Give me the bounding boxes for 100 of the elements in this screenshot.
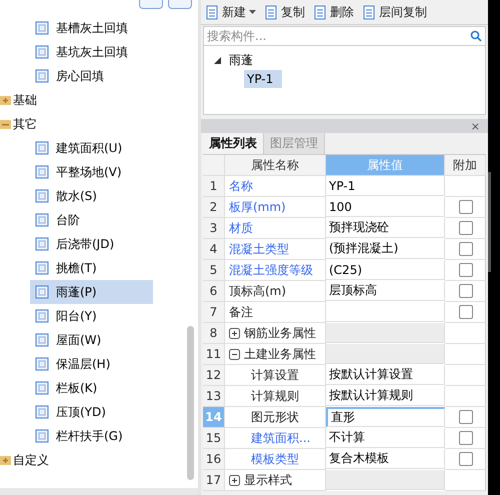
group-label: 土建业务属性 <box>244 346 316 362</box>
toolbar-button[interactable]: 层间复制 <box>362 4 427 20</box>
expanded-triangle-icon[interactable] <box>214 56 221 64</box>
component-icon <box>34 356 50 372</box>
row-number: 4 <box>203 239 225 260</box>
tree-item-label: 台阶 <box>56 212 80 228</box>
property-value[interactable]: 按默认计算规则 <box>326 386 445 406</box>
row-number: 14 <box>203 407 225 428</box>
tree-item-label: 平整场地(V) <box>56 164 122 180</box>
document-icon <box>205 4 219 20</box>
tree-item[interactable]: 挑檐(T) <box>30 256 153 280</box>
property-value[interactable]: (C25) <box>326 260 445 280</box>
property-value[interactable]: 不计算 <box>326 428 445 448</box>
toolbar-button[interactable]: 删除 <box>313 4 354 20</box>
document-icon <box>264 4 278 20</box>
tree-item[interactable]: 保温层(H) <box>30 352 153 376</box>
checkbox[interactable] <box>458 221 472 235</box>
property-value[interactable]: YP-1 <box>326 176 445 196</box>
row-number: 11 <box>203 344 225 365</box>
checkbox[interactable] <box>458 431 472 445</box>
group-cell[interactable]: 显示样式 <box>225 470 326 491</box>
checkbox[interactable] <box>458 305 472 319</box>
document-icon <box>362 4 376 20</box>
property-value[interactable]: 100 <box>326 197 445 217</box>
row-number: 16 <box>203 449 225 470</box>
folder-label[interactable]: 自定义 <box>13 452 49 468</box>
row-number: 6 <box>203 281 225 302</box>
group-cell[interactable]: 土建业务属性 <box>225 344 326 365</box>
expand-icon[interactable] <box>229 328 240 338</box>
tree-item-label: 散水(S) <box>56 188 97 204</box>
tree-item-label: 屋面(W) <box>56 332 102 348</box>
folder-label[interactable]: 基础 <box>13 92 37 108</box>
row-number: 15 <box>203 428 225 449</box>
property-value[interactable]: 复合木模板 <box>326 449 445 469</box>
checkbox[interactable] <box>458 410 472 424</box>
tree-item-label: 栏板(K) <box>56 380 98 396</box>
tree-item[interactable]: 台阶 <box>30 208 153 232</box>
tree-item[interactable]: 阳台(Y) <box>30 304 153 328</box>
close-button[interactable]: × <box>470 120 480 132</box>
tree-item[interactable]: 屋面(W) <box>30 328 153 352</box>
group-cell[interactable]: 钢筋业务属性 <box>225 323 326 344</box>
tree-item[interactable]: 压顶(YD) <box>30 400 153 424</box>
component-icon <box>34 20 50 36</box>
component-icon <box>34 212 50 228</box>
search-field[interactable]: 搜索构件... <box>203 26 486 46</box>
horizontal-scrollbar[interactable] <box>0 488 198 495</box>
tree-item[interactable]: 散水(S) <box>30 184 153 208</box>
panel-view-button[interactable] <box>168 0 192 9</box>
search-icon[interactable] <box>470 30 482 42</box>
folder-label[interactable]: 其它 <box>13 116 37 132</box>
list-view-button[interactable] <box>139 0 163 9</box>
expand-icon[interactable] <box>229 474 240 486</box>
toolbar-button[interactable]: 新建 <box>205 4 256 20</box>
tree-item[interactable]: 栏杆扶手(G) <box>30 424 153 448</box>
checkbox[interactable] <box>458 200 472 214</box>
property-value[interactable]: 预拌现浇砼 <box>326 218 445 238</box>
component-icon <box>34 44 50 60</box>
tree-item[interactable]: 栏板(K) <box>30 376 153 400</box>
row-number: 12 <box>203 365 225 386</box>
checkbox[interactable] <box>458 263 472 277</box>
tree-item[interactable]: 雨蓬(P) <box>30 280 153 304</box>
tree-item-label: 挑檐(T) <box>56 260 97 276</box>
tree-group-label: 雨蓬 <box>229 52 253 68</box>
component-icon <box>34 404 50 420</box>
tree-item[interactable]: 房心回填 <box>30 64 153 88</box>
tree-item[interactable]: 基坑灰土回填 <box>30 40 153 64</box>
tree-item[interactable]: 建筑面积(U) <box>30 136 153 160</box>
row-number: 13 <box>203 386 225 407</box>
toolbar-button[interactable]: 复制 <box>264 4 305 20</box>
tree-item[interactable]: 后浇带(JD) <box>30 232 153 256</box>
row-number: 7 <box>203 302 225 323</box>
row-number: 8 <box>203 323 225 344</box>
tree-item-label: 栏杆扶手(G) <box>56 428 123 444</box>
property-value[interactable]: (预拌混凝土) <box>326 239 445 259</box>
property-value[interactable]: 层顶标高 <box>326 281 445 301</box>
checkbox[interactable] <box>458 452 472 466</box>
component-icon <box>34 188 50 204</box>
tree-item-label: 后浇带(JD) <box>56 236 114 252</box>
checkbox[interactable] <box>458 242 472 256</box>
tree-item-label: 建筑面积(U) <box>56 140 122 156</box>
property-value[interactable]: 直形 <box>326 407 445 427</box>
tree-item-label: 基槽灰土回填 <box>56 20 128 36</box>
folder-icon[interactable] <box>0 118 11 130</box>
checkbox[interactable] <box>458 284 472 298</box>
tree-item[interactable]: YP-1 <box>244 70 282 88</box>
tree-item[interactable]: 基槽灰土回填 <box>30 16 153 40</box>
property-value[interactable]: 按默认计算设置 <box>326 365 445 385</box>
component-icon <box>34 164 50 180</box>
column-header: 属性名称 <box>225 155 326 176</box>
document-icon <box>313 4 327 20</box>
scrollbar[interactable] <box>187 326 194 480</box>
row-number: 5 <box>203 260 225 281</box>
tree-item-label: 压顶(YD) <box>56 404 106 420</box>
component-icon <box>34 140 50 156</box>
component-icon <box>34 332 50 348</box>
collapse-icon[interactable] <box>229 348 240 360</box>
folder-icon[interactable] <box>0 94 11 106</box>
tree-item[interactable]: 平整场地(V) <box>30 160 153 184</box>
component-icon <box>34 236 50 252</box>
folder-icon[interactable] <box>0 454 11 466</box>
